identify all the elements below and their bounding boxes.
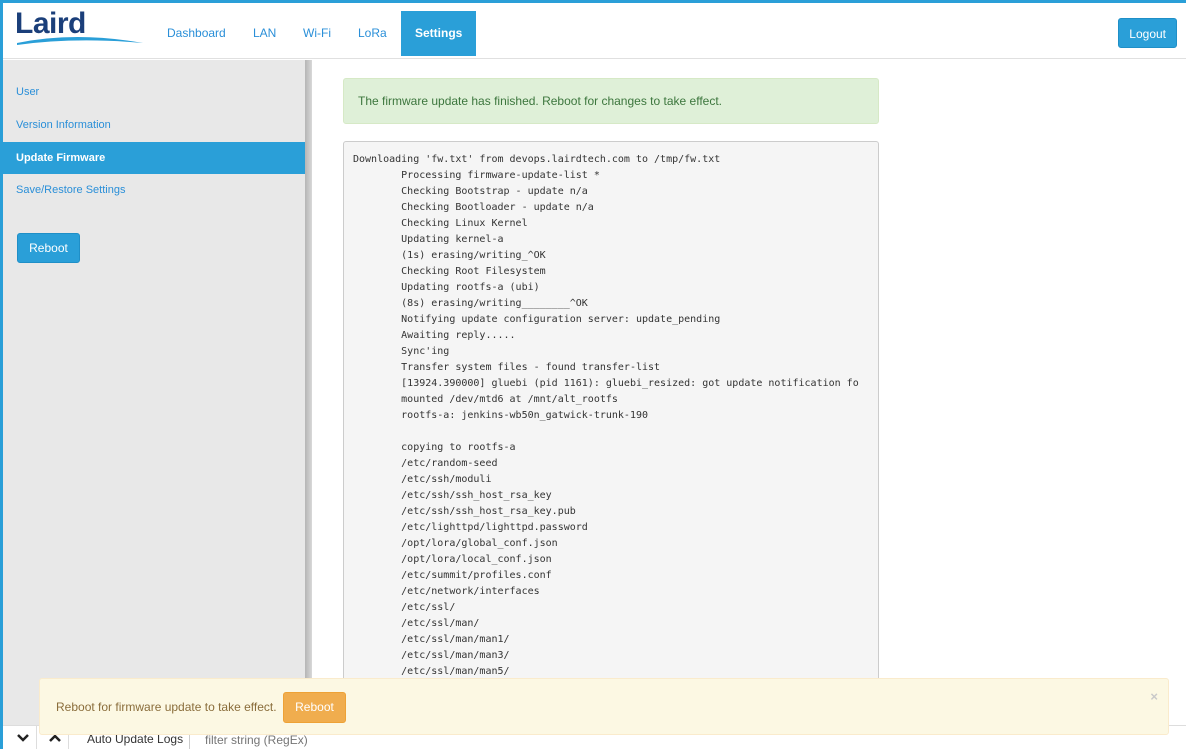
- reboot-warning-toast: Reboot for firmware update to take effec…: [39, 678, 1169, 735]
- firmware-success-alert: The firmware update has finished. Reboot…: [343, 78, 879, 124]
- toast-message: Reboot for firmware update to take effec…: [56, 700, 277, 714]
- logo-swoosh-icon: [17, 37, 143, 45]
- firmware-log-text: Downloading 'fw.txt' from devops.lairdte…: [353, 154, 859, 677]
- nav-lan[interactable]: LAN: [241, 11, 288, 56]
- firmware-log-panel[interactable]: Downloading 'fw.txt' from devops.lairdte…: [343, 141, 879, 701]
- laird-logo[interactable]: Laird: [15, 7, 145, 51]
- sidebar-divider: [305, 60, 312, 749]
- sidebar-item-save-restore-settings[interactable]: Save/Restore Settings: [3, 174, 305, 206]
- logout-button[interactable]: Logout: [1118, 18, 1177, 48]
- chevron-down-icon[interactable]: [9, 726, 37, 749]
- sidebar: User Version Information Update Firmware…: [3, 60, 305, 749]
- sidebar-item-update-firmware[interactable]: Update Firmware: [3, 142, 305, 174]
- nav-settings[interactable]: Settings: [401, 11, 476, 56]
- nav-dashboard[interactable]: Dashboard: [155, 11, 238, 56]
- sidebar-item-user[interactable]: User: [3, 76, 305, 108]
- top-navbar: Laird Dashboard LAN Wi-Fi LoRa Settings …: [3, 3, 1186, 59]
- toast-reboot-button[interactable]: Reboot: [283, 692, 346, 723]
- nav-wifi[interactable]: Wi-Fi: [291, 11, 343, 56]
- close-icon[interactable]: ×: [1150, 689, 1158, 704]
- sidebar-reboot-button[interactable]: Reboot: [17, 233, 80, 263]
- sidebar-item-version-information[interactable]: Version Information: [3, 109, 305, 141]
- nav-lora[interactable]: LoRa: [346, 11, 399, 56]
